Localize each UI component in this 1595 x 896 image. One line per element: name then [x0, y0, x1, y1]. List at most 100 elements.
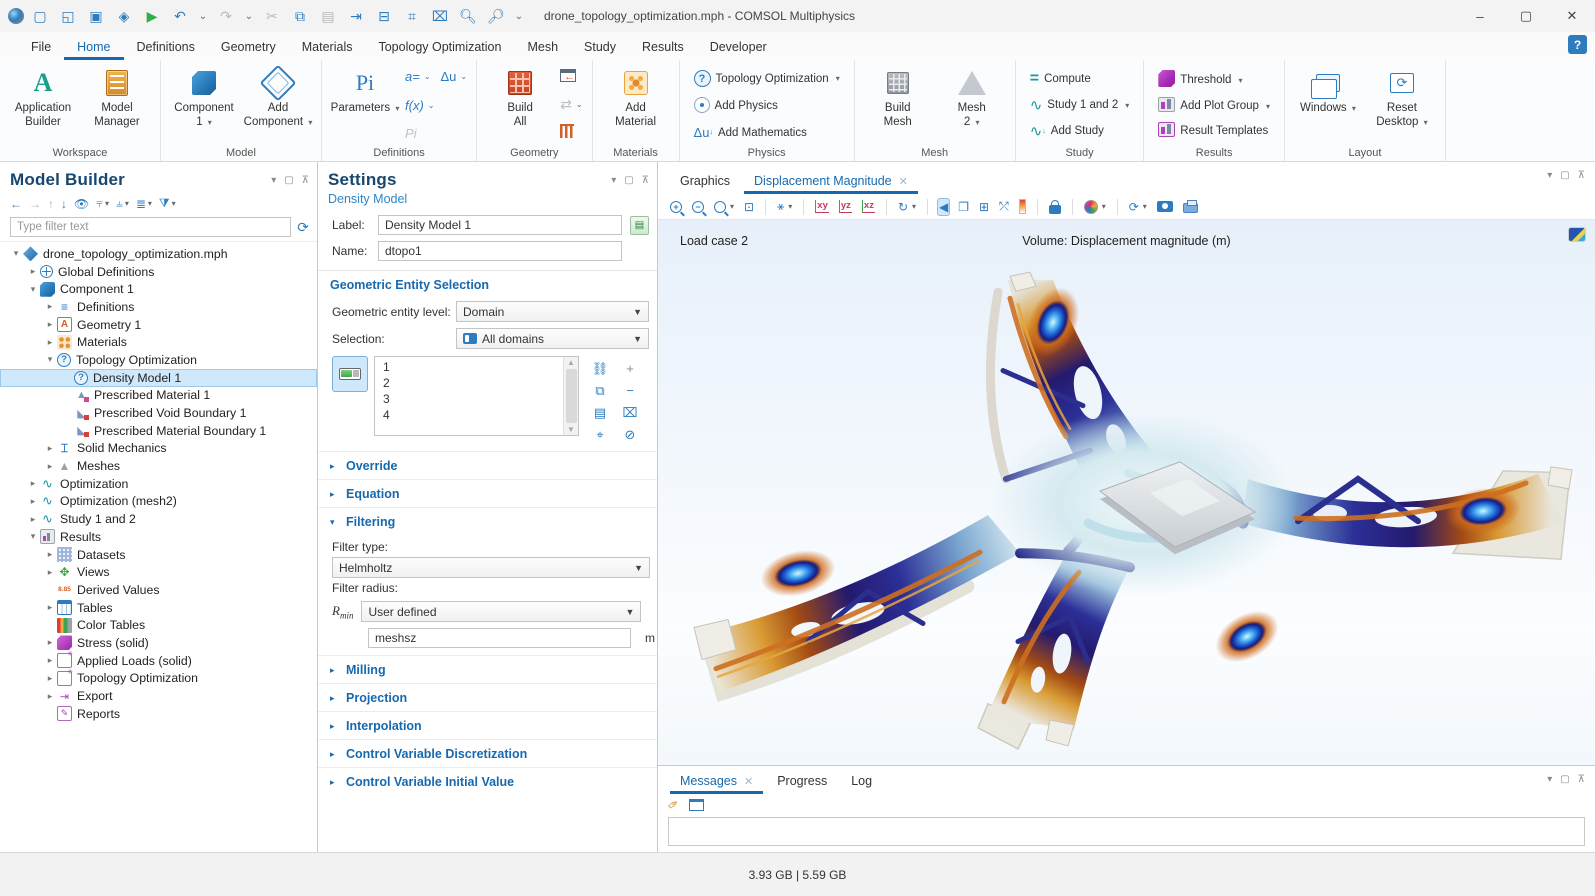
ribbon-button-add-physics[interactable]: Add Physics: [690, 95, 844, 118]
paste-icon[interactable]: ▤: [316, 4, 340, 28]
save-as-icon[interactable]: ◈: [112, 4, 136, 28]
tree-item-views[interactable]: ▸✥Views: [0, 563, 317, 581]
tree-expander-icon[interactable]: ▸: [44, 319, 56, 330]
tree-item-reports[interactable]: ✎Reports: [0, 705, 317, 723]
ribbon-button-add-mathematics[interactable]: Δu↓Add Mathematics: [690, 123, 844, 142]
selection-scrollbar[interactable]: ▲▼: [563, 357, 578, 435]
lock-icon[interactable]: [1047, 198, 1063, 216]
section-control-variable-initial-value[interactable]: ▸Control Variable Initial Value: [318, 767, 657, 795]
functions-button[interactable]: f(x)⌄: [405, 98, 434, 113]
selection-listbox[interactable]: 1234 ▲▼: [374, 356, 579, 436]
messages-tab-messages[interactable]: Messages✕: [670, 770, 763, 794]
redo-dropdown-icon[interactable]: ⌄: [242, 4, 256, 28]
ribbon-button-parameters[interactable]: PiParameters ▾: [330, 66, 400, 115]
geometric-entity-level-select[interactable]: Domain ▼: [456, 301, 649, 322]
tree-item-prescribed-void-boundary-1[interactable]: ◣Prescribed Void Boundary 1: [0, 404, 317, 422]
table-settings-icon[interactable]: [689, 799, 704, 811]
suppress-selection-icon[interactable]: ⊘: [619, 424, 641, 445]
customize-icon[interactable]: ⌄: [512, 4, 526, 28]
view-xy-icon[interactable]: xy: [813, 198, 831, 214]
menu-tab-developer[interactable]: Developer: [697, 35, 780, 60]
tree-item-density-model-1[interactable]: ?Density Model 1: [0, 369, 317, 387]
move-down-icon[interactable]: ↓: [61, 197, 67, 211]
update-plot-icon[interactable]: ⟳▾: [1127, 198, 1149, 216]
ribbon-button-component-1[interactable]: Component1 ▾: [169, 66, 239, 130]
select-box-icon[interactable]: ⌗: [400, 4, 424, 28]
rotate-icon[interactable]: ↻▾: [896, 198, 918, 216]
create-selection-icon[interactable]: ⛓︎: [589, 358, 611, 379]
open-file-icon[interactable]: ◱: [56, 4, 80, 28]
ribbon-button-build-mesh[interactable]: BuildMesh: [863, 66, 933, 130]
section-control-variable-discretization[interactable]: ▸Control Variable Discretization: [318, 739, 657, 767]
tree-expander-icon[interactable]: ▾: [44, 354, 56, 365]
section-projection[interactable]: ▸Projection: [318, 683, 657, 711]
section-milling[interactable]: ▸Milling: [318, 655, 657, 683]
name-input[interactable]: dtopo1: [378, 241, 622, 261]
tree-expander-icon[interactable]: ▸: [44, 567, 56, 578]
grid-icon[interactable]: ⊞: [977, 198, 991, 216]
tree-expander-icon[interactable]: ▸: [27, 478, 39, 489]
color-theme-icon[interactable]: ▾: [1082, 198, 1108, 216]
active-toggle-button[interactable]: [332, 356, 368, 392]
tree-item-tables[interactable]: ▸Tables: [0, 599, 317, 617]
pin-panel-icon[interactable]: ⊼: [302, 175, 309, 186]
tree-item-derived-values[interactable]: 8.85Derived Values: [0, 581, 317, 599]
undo-dropdown-icon[interactable]: ⌄: [196, 4, 210, 28]
tree-expander-icon[interactable]: ▾: [10, 248, 22, 259]
new-file-icon[interactable]: ▢: [28, 4, 52, 28]
clear-selection-icon[interactable]: ⌧: [428, 4, 452, 28]
tree-item-stress-solid-[interactable]: ▸Stress (solid): [0, 634, 317, 652]
selection-list-item[interactable]: 4: [375, 407, 563, 423]
tree-expander-icon[interactable]: ▸: [27, 266, 39, 277]
ribbon-button-compute[interactable]: =Compute: [1026, 68, 1134, 90]
panel-menu-icon[interactable]: ▾: [271, 175, 276, 186]
pin-panel-icon[interactable]: ⊼: [1578, 170, 1585, 181]
tree-expander-icon[interactable]: ▸: [44, 337, 56, 348]
rmin-mode-select[interactable]: User defined ▼: [361, 601, 641, 622]
menu-tab-mesh[interactable]: Mesh: [514, 35, 571, 60]
ribbon-button-threshold[interactable]: Threshold▾: [1154, 68, 1274, 92]
run-icon[interactable]: ▶: [140, 4, 164, 28]
close-button[interactable]: ✕: [1549, 0, 1595, 32]
tree-expander-icon[interactable]: ▸: [44, 637, 56, 648]
variables-button[interactable]: a=⌄: [405, 69, 434, 84]
tree-item-study-1-and-2[interactable]: ▸∿Study 1 and 2: [0, 510, 317, 528]
filter-funnel-icon[interactable]: ⧩ ▾: [159, 196, 176, 211]
panel-menu-icon[interactable]: ▾: [611, 175, 616, 186]
tree-expander-icon[interactable]: ▾: [27, 531, 39, 542]
transparency-icon[interactable]: ❐: [956, 198, 971, 216]
import-button[interactable]: [560, 69, 582, 85]
zoom-to-selection-icon[interactable]: ⌖: [589, 424, 611, 445]
tree-expander-icon[interactable]: ▸: [44, 301, 56, 312]
float-panel-icon[interactable]: ▢: [624, 175, 633, 186]
tree-item-optimization[interactable]: ▸∿Optimization: [0, 475, 317, 493]
panel-menu-icon[interactable]: ▾: [1547, 774, 1552, 785]
copy-icon[interactable]: ⧉: [288, 4, 312, 28]
maximize-button[interactable]: ▢: [1503, 0, 1549, 32]
copy-selection-icon[interactable]: ⧉: [589, 380, 611, 401]
snapshot-icon[interactable]: [1155, 199, 1175, 214]
section-interpolation[interactable]: ▸Interpolation: [318, 711, 657, 739]
move-up-icon[interactable]: ↑: [48, 197, 54, 211]
back-icon[interactable]: ←: [10, 197, 22, 211]
tree-filter-input[interactable]: Type filter text: [10, 217, 291, 237]
tree-item-prescribed-material-1[interactable]: ▲Prescribed Material 1: [0, 387, 317, 405]
selection-list-item[interactable]: 3: [375, 391, 563, 407]
clear-messages-icon[interactable]: ✑: [664, 795, 682, 814]
undo-icon[interactable]: ↶: [168, 4, 192, 28]
menu-tab-file[interactable]: File: [18, 35, 64, 60]
color-legend-icon[interactable]: [1017, 197, 1028, 216]
tree-expander-icon[interactable]: ▾: [27, 284, 39, 295]
tree-expander-icon[interactable]: ▸: [44, 549, 56, 560]
menu-tab-study[interactable]: Study: [571, 35, 629, 60]
menu-tab-topology-optimization[interactable]: Topology Optimization: [365, 35, 514, 60]
plot-thumbnail-icon[interactable]: [1569, 228, 1585, 241]
tree-item-topology-optimization[interactable]: ▸Topology Optimization: [0, 670, 317, 688]
ribbon-button-study-1-and-2[interactable]: ∿Study 1 and 2▾: [1026, 94, 1134, 116]
expand-all-icon[interactable]: ⫧ ▾: [96, 196, 109, 211]
tree-item-export[interactable]: ▸⇥Export: [0, 687, 317, 705]
panel-menu-icon[interactable]: ▾: [1547, 170, 1552, 181]
ribbon-button-add-study[interactable]: ∿↓Add Study: [1026, 120, 1134, 142]
node-order-icon[interactable]: ≣ ▾: [136, 197, 152, 211]
selection-select[interactable]: All domains ▼: [456, 328, 649, 349]
